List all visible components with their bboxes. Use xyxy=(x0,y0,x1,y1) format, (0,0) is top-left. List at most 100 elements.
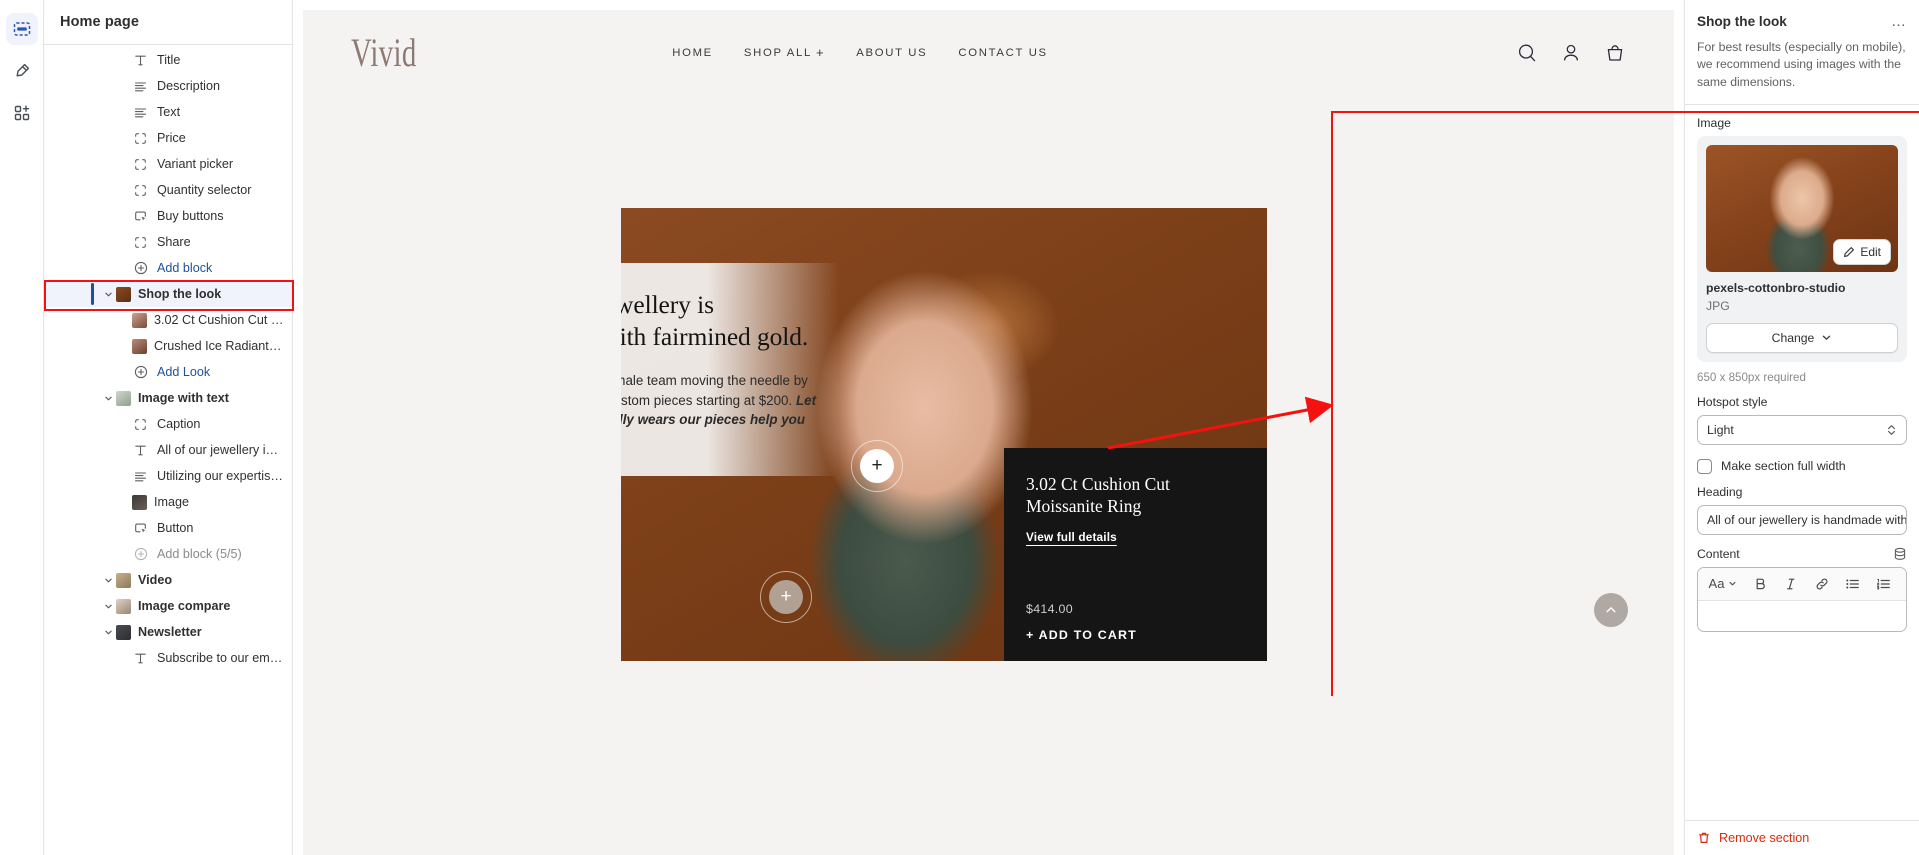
chevron-down-icon[interactable] xyxy=(100,602,116,611)
sidebar-item-label: Utilizing our expertise and fir… xyxy=(157,469,284,483)
sidebar-item-add-block-5-5[interactable]: Add block (5/5) xyxy=(44,541,292,567)
link-icon[interactable] xyxy=(1806,570,1837,597)
sidebar-item-price[interactable]: Price xyxy=(44,125,292,151)
chevron-down-icon[interactable] xyxy=(100,576,116,585)
change-image-label: Change xyxy=(1771,330,1815,345)
add-to-cart-button[interactable]: + ADD TO CART xyxy=(1026,628,1243,642)
image-file-type: JPG xyxy=(1706,298,1730,313)
sidebar-item-variant-picker[interactable]: Variant picker xyxy=(44,151,292,177)
search-icon[interactable] xyxy=(1516,42,1538,64)
sections-sidebar: Home page Title Description Text Price Varia… xyxy=(44,0,293,855)
sidebar-item-image[interactable]: Image xyxy=(44,489,292,515)
apps-icon[interactable] xyxy=(6,97,38,129)
sidebar-item-image-compare[interactable]: Image compare xyxy=(44,593,292,619)
sidebar-item-label: Button xyxy=(157,521,194,535)
image-field-label: Image xyxy=(1697,115,1731,130)
paragraph-icon xyxy=(132,470,149,483)
cart-icon[interactable] xyxy=(1604,42,1626,64)
rte-font-label: Aa xyxy=(1708,576,1725,592)
placeholder-icon xyxy=(132,236,149,249)
sidebar-item-add-block[interactable]: Add block xyxy=(44,255,292,281)
bold-icon[interactable] xyxy=(1744,570,1775,597)
bulleted-list-icon[interactable] xyxy=(1837,570,1868,597)
nav-link-about-us[interactable]: ABOUT US xyxy=(856,45,927,60)
section-thumbnail xyxy=(132,312,147,328)
sidebar-item-label: Quantity selector xyxy=(157,183,252,197)
product-title: 3.02 Ct Cushion Cut Moissanite Ring xyxy=(1026,474,1170,517)
sidebar-item-shop-the-look[interactable]: Shop the look xyxy=(44,281,292,307)
nav-link-label: CONTACT US xyxy=(958,46,1048,59)
theme-settings-icon[interactable] xyxy=(6,55,38,87)
account-icon[interactable] xyxy=(1560,42,1582,64)
sections-list: Title Description Text Price Variant picker Q… xyxy=(44,45,292,855)
heading-input[interactable]: All of our jewellery is handmade with f xyxy=(1697,504,1907,535)
hero-image[interactable]: + + 3.02 Ct Cushion Cut Moissanite Ring … xyxy=(621,208,1267,661)
sidebar-item-title[interactable]: Title xyxy=(44,47,292,73)
sidebar-item-label: Image xyxy=(154,495,190,509)
nav-link-shop-all[interactable]: SHOP ALL + xyxy=(744,45,825,60)
font-size-icon[interactable]: Aa xyxy=(1702,570,1744,597)
dynamic-source-icon[interactable] xyxy=(1893,547,1907,561)
sidebar-item-newsletter[interactable]: Newsletter xyxy=(44,619,292,645)
button-icon xyxy=(132,522,149,535)
sidebar-item-label: Shop the look xyxy=(138,287,222,301)
numbered-list-icon[interactable] xyxy=(1868,570,1899,597)
sidebar-item-label: Caption xyxy=(157,417,201,431)
edit-image-button[interactable]: Edit xyxy=(1833,238,1891,265)
panel-body: Image Edit pexels-cottonbro-studio JPG C… xyxy=(1685,105,1919,820)
sidebar-item-caption[interactable]: Caption xyxy=(44,411,292,437)
sidebar-item-video[interactable]: Video xyxy=(44,567,292,593)
panel-footer: Remove section xyxy=(1685,820,1919,855)
sidebar-item-text[interactable]: Text xyxy=(44,99,292,125)
image-with-text-overlay: All of our jewellery is handmade with fa… xyxy=(621,263,839,477)
sidebar-item-label: Image with text xyxy=(138,391,229,405)
sidebar-item-subscribe-to-our-emails[interactable]: Subscribe to our emails xyxy=(44,645,292,671)
hotspot-style-select[interactable]: Light xyxy=(1697,414,1907,445)
nav-link-label: SHOP ALL xyxy=(743,46,812,59)
sections-icon[interactable] xyxy=(5,13,38,45)
chevron-down-icon[interactable] xyxy=(100,628,116,637)
nav-link-home[interactable]: HOME xyxy=(672,45,713,60)
chevron-down-icon[interactable] xyxy=(100,290,116,299)
sidebar-item-utilizing-our-expertise-and-fir[interactable]: Utilizing our expertise and fir… xyxy=(44,463,292,489)
content-editor-area[interactable] xyxy=(1698,601,1906,631)
sidebar-item-buy-buttons[interactable]: Buy buttons xyxy=(44,203,292,229)
trash-icon xyxy=(1699,832,1709,843)
sidebar-item-3-02-ct-cushion-cut-moissan[interactable]: 3.02 Ct Cushion Cut Moissan… xyxy=(44,307,292,333)
scroll-to-top-button[interactable] xyxy=(1594,593,1628,627)
sidebar-item-label: Share xyxy=(157,235,191,249)
pencil-icon xyxy=(1844,247,1855,257)
remove-section-button[interactable]: Remove section xyxy=(1697,831,1809,845)
hotspot-plus-icon: + xyxy=(769,580,803,614)
sidebar-item-share[interactable]: Share xyxy=(44,229,292,255)
sidebar-item-label: Buy buttons xyxy=(157,209,224,223)
change-image-button[interactable]: Change xyxy=(1706,322,1898,353)
hotspot-secondary[interactable]: + xyxy=(760,571,812,623)
image-thumbnail[interactable]: Edit xyxy=(1706,144,1898,272)
sidebar-item-quantity-selector[interactable]: Quantity selector xyxy=(44,177,292,203)
view-full-details-link[interactable]: View full details xyxy=(1026,530,1117,544)
content-field-label: Content xyxy=(1697,546,1740,561)
sidebar-item-description[interactable]: Description xyxy=(44,73,292,99)
hotspot-primary[interactable]: + xyxy=(851,440,903,492)
make-section-full-width-row[interactable]: Make section full width xyxy=(1697,458,1907,474)
sidebar-item-button[interactable]: Button xyxy=(44,515,292,541)
sidebar-item-label: 3.02 Ct Cushion Cut Moissan… xyxy=(154,313,284,327)
text-icon xyxy=(132,54,149,67)
hero-paragraph-text: We are an entirely female team moving th… xyxy=(621,372,808,408)
make-section-full-width-checkbox[interactable] xyxy=(1697,458,1712,474)
image-size-hint: 650 x 850px required xyxy=(1697,370,1806,384)
sidebar-item-crushed-ice-radiant-cut-ring[interactable]: Crushed Ice Radiant Cut Ring xyxy=(44,333,292,359)
heading-field-label: Heading xyxy=(1697,484,1743,499)
sidebar-item-all-of-our-jewellery-is-handma[interactable]: All of our jewellery is handma… xyxy=(44,437,292,463)
image-media-card: Edit pexels-cottonbro-studio JPG Change xyxy=(1697,135,1907,362)
sidebar-item-image-with-text[interactable]: Image with text xyxy=(44,385,292,411)
sidebar-item-label: Description xyxy=(157,79,220,93)
more-options-icon[interactable]: … xyxy=(1891,14,1907,29)
store-logo[interactable]: Vivid xyxy=(351,29,417,76)
chevron-down-icon[interactable] xyxy=(100,394,116,403)
italic-icon[interactable] xyxy=(1775,570,1806,597)
nav-link-contact-us[interactable]: CONTACT US xyxy=(958,45,1047,60)
sidebar-item-label: Subscribe to our emails xyxy=(157,651,284,665)
sidebar-item-add-look[interactable]: Add Look xyxy=(44,359,292,385)
